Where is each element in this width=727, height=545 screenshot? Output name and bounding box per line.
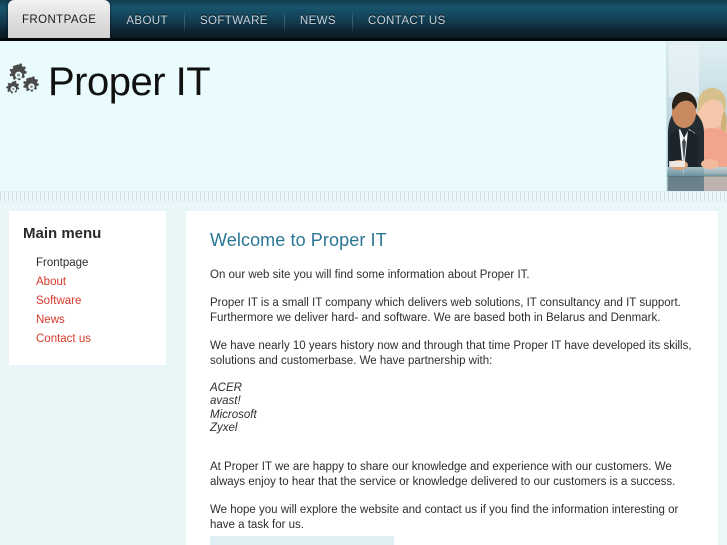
- main-menu-list: Frontpage About Software News Contact us: [9, 254, 166, 349]
- partner-name: Microsoft: [210, 408, 257, 421]
- nav-tab-frontpage[interactable]: FRONTPAGE: [8, 0, 111, 38]
- knowledge-paragraph: At Proper IT we are happy to share our k…: [210, 460, 676, 489]
- nav-tab-list: FRONTPAGE ABOUT SOFTWARE NEWS CONTACT US: [8, 0, 462, 38]
- header-photo: [666, 41, 727, 191]
- page-title: Welcome to Proper IT: [210, 230, 387, 250]
- history-paragraph: We have nearly 10 years history now and …: [210, 339, 692, 368]
- intro-paragraph: On our web site you will find some infor…: [210, 269, 530, 281]
- main-column: Welcome to Proper IT On our web site you…: [177, 202, 727, 545]
- partner-name: Zyxel: [210, 422, 238, 434]
- logo-text: Proper IT: [48, 60, 211, 104]
- content-panel: Welcome to Proper IT On our web site you…: [186, 211, 718, 545]
- closing-paragraph: We hope you will explore the website and…: [210, 503, 679, 532]
- page-body: Main menu Frontpage About Software News Cont…: [0, 202, 727, 545]
- sidebar-column: Main menu Frontpage About Software News Cont…: [0, 202, 177, 545]
- partner-name: avast!: [210, 395, 241, 407]
- sidebar-item-contact-us[interactable]: Contact us: [36, 330, 166, 349]
- top-navigation-bar: FRONTPAGE ABOUT SOFTWARE NEWS CONTACT US: [0, 0, 727, 41]
- gears-icon: [4, 61, 44, 103]
- partner-list: ACER avast! Microsoft Zyxel: [210, 382, 694, 436]
- main-menu-title: Main menu: [23, 225, 102, 242]
- sidebar-item-frontpage[interactable]: Frontpage: [36, 254, 166, 273]
- company-description-paragraph: Proper IT is a small IT company which de…: [210, 296, 681, 325]
- decorative-stripe-band: [0, 191, 727, 202]
- footer-strip: [210, 536, 394, 545]
- sidebar-item-about[interactable]: About: [36, 273, 166, 292]
- sidebar-item-news[interactable]: News: [36, 311, 166, 330]
- sidebar-item-software[interactable]: Software: [36, 292, 166, 311]
- site-logo[interactable]: Proper IT: [4, 60, 211, 104]
- nav-tab-news[interactable]: NEWS: [283, 5, 352, 38]
- main-menu-panel: Main menu Frontpage About Software News Cont…: [9, 211, 166, 365]
- partner-name: ACER: [210, 381, 242, 394]
- nav-tab-contact-us[interactable]: CONTACT US: [352, 5, 462, 38]
- site-header: Proper IT: [0, 41, 727, 191]
- nav-tab-about[interactable]: ABOUT: [110, 5, 184, 38]
- nav-tab-software[interactable]: SOFTWARE: [183, 5, 284, 38]
